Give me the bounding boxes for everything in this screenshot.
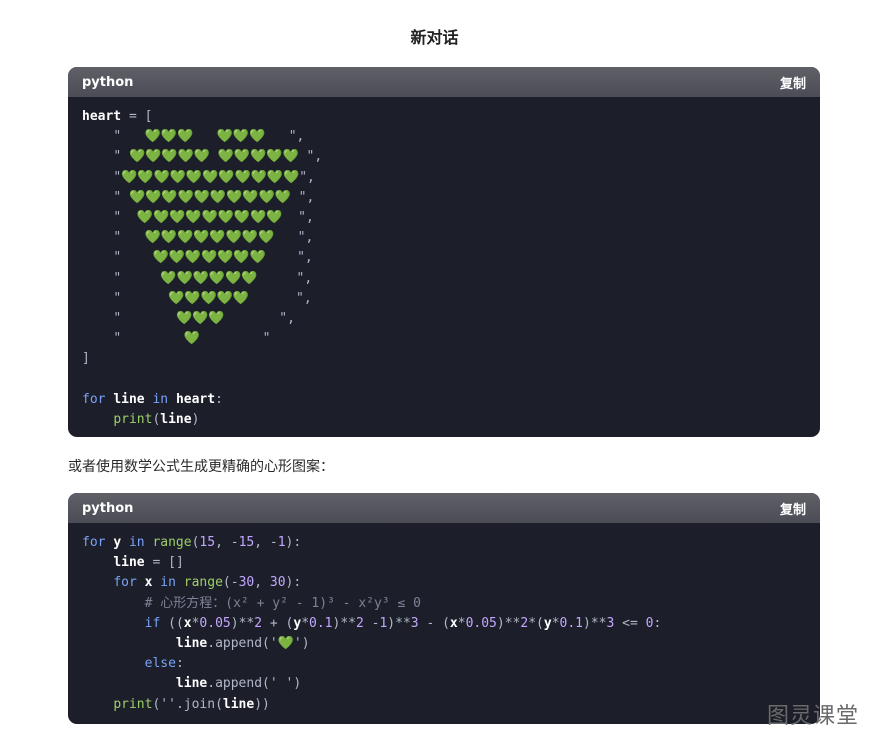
code-block-heart-formula: python 复制 for y in range(15, -15, -1): l…: [68, 493, 820, 724]
copy-button[interactable]: 复制: [780, 73, 806, 92]
code-content: heart = [ " 💚💚💚 💚💚💚 ", " 💚💚💚💚💚 💚💚💚💚💚 ", …: [82, 109, 323, 428]
code-block-heart-list: python 复制 heart = [ " 💚💚💚 💚💚💚 ", " 💚💚💚💚💚…: [68, 67, 820, 437]
watermark: 图灵课堂: [766, 704, 859, 729]
explanation-text: 或者使用数学公式生成更精确的心形图案：: [68, 459, 334, 475]
code-content: for y in range(15, -15, -1): line = [] f…: [82, 535, 662, 712]
code-block-header: python 复制: [68, 493, 820, 523]
copy-button[interactable]: 复制: [780, 499, 806, 518]
code-language-label: python: [82, 500, 134, 516]
code-language-label: python: [82, 74, 134, 90]
code-block-header: python 复制: [68, 67, 820, 97]
page-title: 新对话: [410, 28, 459, 47]
